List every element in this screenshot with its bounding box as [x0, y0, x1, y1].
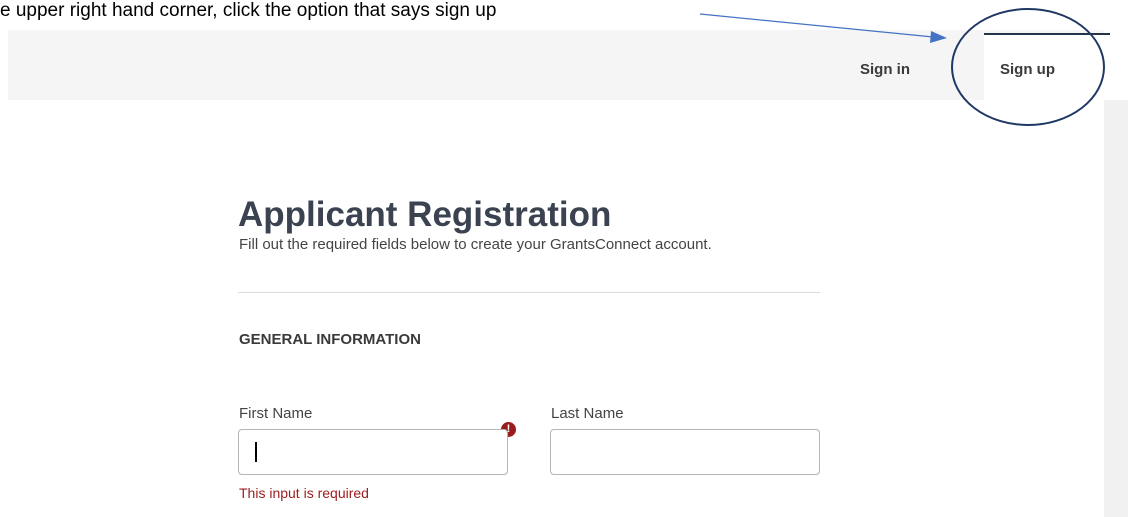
text-cursor — [255, 442, 257, 462]
first-name-input[interactable] — [238, 429, 508, 475]
page-scrollbar[interactable] — [1104, 100, 1128, 517]
last-name-input[interactable] — [550, 429, 820, 475]
top-navigation-bar: Sign in Sign up — [8, 30, 1110, 100]
section-divider — [238, 292, 820, 293]
first-name-error-message: This input is required — [239, 485, 369, 501]
page-subtitle: Fill out the required fields below to cr… — [239, 236, 712, 253]
last-name-label: Last Name — [551, 405, 624, 422]
section-heading: GENERAL INFORMATION — [239, 331, 421, 348]
sign-up-tab[interactable]: Sign up — [984, 33, 1110, 100]
instruction-text: e upper right hand corner, click the opt… — [0, 0, 497, 21]
first-name-label: First Name — [239, 405, 313, 422]
sign-up-label: Sign up — [1000, 61, 1055, 78]
sign-in-link[interactable]: Sign in — [860, 61, 910, 78]
screenshot-canvas: e upper right hand corner, click the opt… — [0, 0, 1128, 517]
page-title: Applicant Registration — [238, 195, 612, 234]
